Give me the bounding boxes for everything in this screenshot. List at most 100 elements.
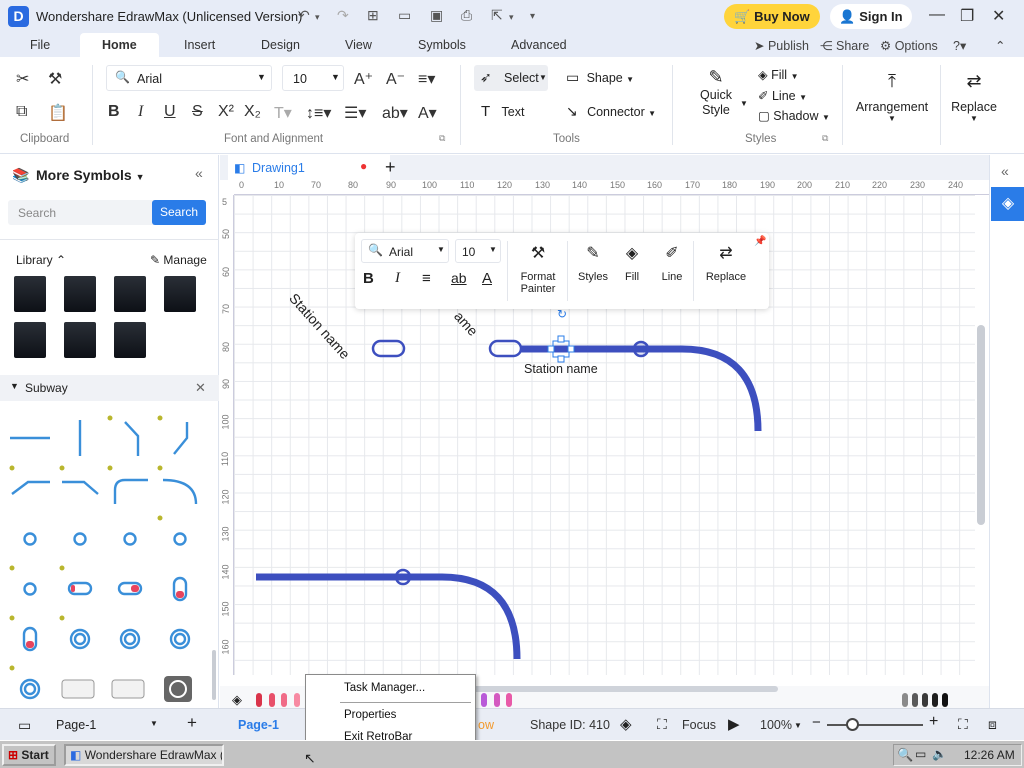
- menu-item-properties[interactable]: Properties: [344, 709, 396, 721]
- symbol-search-field[interactable]: Search Search: [8, 200, 206, 225]
- manage-button[interactable]: ✎ Manage: [150, 253, 207, 267]
- server-symbol[interactable]: [164, 276, 196, 312]
- more-symbols-button[interactable]: More Symbols ▼: [36, 167, 145, 183]
- increase-font-icon[interactable]: A⁺: [354, 69, 373, 89]
- help-icon[interactable]: ?▾: [953, 38, 966, 53]
- network-icon[interactable]: ▭: [915, 747, 926, 761]
- replace-button[interactable]: ⇄ Replace ▼: [950, 71, 998, 123]
- server-symbol[interactable]: [114, 322, 146, 358]
- search-icon[interactable]: 🔍: [897, 747, 913, 763]
- menu-item-task-manager[interactable]: Task Manager...: [344, 682, 425, 694]
- server-symbol[interactable]: [64, 276, 96, 312]
- color-swatch[interactable]: [493, 693, 500, 707]
- format-painter-button[interactable]: ⚒ Format Painter: [515, 243, 561, 295]
- redo-icon[interactable]: ↷: [337, 7, 349, 24]
- station-circle[interactable]: [632, 340, 650, 358]
- fullscreen-icon[interactable]: ⧈: [988, 716, 997, 733]
- color-swatch[interactable]: [902, 693, 908, 707]
- underline-icon[interactable]: U: [164, 103, 176, 121]
- line-button[interactable]: ✐ Line: [657, 243, 687, 283]
- close-button[interactable]: ✕: [992, 6, 1005, 26]
- share-button[interactable]: ⋲ Share: [820, 38, 869, 53]
- font-size-select[interactable]: 10 ▼: [282, 65, 344, 91]
- pin-icon[interactable]: 📌: [754, 236, 766, 247]
- export-icon[interactable]: ⇱: [491, 7, 503, 24]
- customize-quick-access-icon[interactable]: ▾: [530, 11, 535, 22]
- minimize-button[interactable]: —: [929, 6, 945, 24]
- quick-style-button[interactable]: ✎ Quick Style: [696, 67, 736, 118]
- tab-advanced[interactable]: Advanced: [511, 38, 567, 52]
- color-swatch[interactable]: [922, 693, 928, 707]
- collapse-ribbon-icon[interactable]: ⌃: [995, 38, 1005, 53]
- options-button[interactable]: ⚙ Options: [880, 38, 938, 53]
- undo-dropdown-icon[interactable]: ▾: [315, 12, 320, 23]
- format-panel-button[interactable]: ◈: [991, 187, 1024, 221]
- text-button[interactable]: T Text: [481, 103, 524, 120]
- server-symbol[interactable]: [64, 322, 96, 358]
- connector-button[interactable]: ↘ Connector ▼: [566, 103, 656, 120]
- horizontal-scrollbar-thumb[interactable]: [470, 686, 778, 692]
- shadow-button[interactable]: ▢ Shadow ▼: [758, 108, 830, 123]
- color-swatch[interactable]: [281, 693, 287, 707]
- copy-icon[interactable]: ⧉: [16, 103, 27, 121]
- font-dialog-launcher-icon[interactable]: ⧉: [439, 133, 445, 144]
- volume-icon[interactable]: 🔈: [932, 747, 947, 761]
- fill-button[interactable]: ◈ Fill ▼: [758, 67, 798, 82]
- font-family-select[interactable]: 🔍 Arial ▼: [106, 65, 272, 91]
- selection-handles[interactable]: ↻: [547, 307, 575, 363]
- tab-home[interactable]: Home: [80, 33, 159, 57]
- publish-button[interactable]: ➤ Publish: [754, 38, 809, 53]
- tab-view[interactable]: View: [345, 38, 372, 52]
- color-swatch[interactable]: [506, 693, 512, 707]
- text-highlight-icon[interactable]: ab▾: [382, 103, 408, 123]
- fill-button[interactable]: ◈ Fill: [619, 243, 645, 283]
- undo-icon[interactable]: ↶: [298, 7, 310, 24]
- zoom-in-button[interactable]: +: [929, 713, 938, 731]
- save-icon[interactable]: ▣: [430, 7, 443, 24]
- replace-button[interactable]: ⇄ Replace: [703, 243, 749, 283]
- format-painter-icon[interactable]: ⚒: [48, 69, 62, 89]
- line-spacing-icon[interactable]: ↕≡▾: [306, 103, 331, 123]
- italic-icon[interactable]: I: [395, 270, 400, 287]
- color-swatch[interactable]: [293, 693, 300, 707]
- align-icon[interactable]: ≡▾: [418, 69, 435, 89]
- float-font-family-select[interactable]: 🔍 Arial ▼: [361, 239, 449, 263]
- open-folder-icon[interactable]: ▭: [398, 7, 411, 24]
- bullets-icon[interactable]: ☰▾: [344, 103, 366, 123]
- line-button[interactable]: ✐ Line ▼: [758, 88, 807, 103]
- close-icon[interactable]: ✕: [195, 380, 206, 396]
- bold-icon[interactable]: B: [108, 103, 120, 121]
- tab-design[interactable]: Design: [261, 38, 300, 52]
- text-case-icon[interactable]: T▾: [274, 103, 292, 123]
- align-icon[interactable]: ≡: [422, 270, 431, 287]
- select-button[interactable]: ➶ Select ▼: [474, 65, 548, 91]
- subway-category-header[interactable]: ▼ Subway ✕: [0, 375, 219, 401]
- start-button[interactable]: ⊞ Start: [2, 744, 56, 766]
- subway-symbols-grid[interactable]: [0, 410, 215, 705]
- taskbar-window-button[interactable]: ◧ Wondershare EdrawMax (...: [64, 744, 224, 766]
- page-layout-icon[interactable]: ▭: [18, 717, 31, 734]
- station-capsule[interactable]: [488, 339, 523, 358]
- color-swatch[interactable]: [932, 693, 938, 707]
- font-color-icon[interactable]: A: [482, 270, 492, 287]
- add-page-button[interactable]: +: [187, 713, 197, 733]
- paste-icon[interactable]: 📋: [48, 103, 68, 123]
- zoom-out-button[interactable]: −: [812, 714, 821, 731]
- color-swatch[interactable]: [912, 693, 918, 707]
- collapse-panel-icon[interactable]: «: [195, 165, 203, 181]
- sign-in-button[interactable]: 👤 Sign In: [830, 4, 912, 29]
- page-tab[interactable]: Page-1: [238, 718, 279, 732]
- strikethrough-icon[interactable]: S: [192, 103, 203, 121]
- subway-line[interactable]: [256, 573, 521, 660]
- shape-button[interactable]: ▭ Shape ▼: [566, 69, 634, 86]
- chevron-down-icon[interactable]: ▼: [740, 99, 748, 108]
- zoom-level[interactable]: 100%: [760, 718, 792, 732]
- text-highlight-icon[interactable]: ab: [451, 270, 467, 286]
- color-swatch[interactable]: [256, 693, 262, 707]
- server-symbol[interactable]: [114, 276, 146, 312]
- tab-drawing1[interactable]: ◧ Drawing1 ●: [228, 155, 390, 180]
- color-swatch[interactable]: [268, 693, 275, 707]
- restore-button[interactable]: ❐: [960, 6, 974, 26]
- expand-panel-icon[interactable]: «: [1001, 163, 1009, 179]
- server-symbol[interactable]: [14, 276, 46, 312]
